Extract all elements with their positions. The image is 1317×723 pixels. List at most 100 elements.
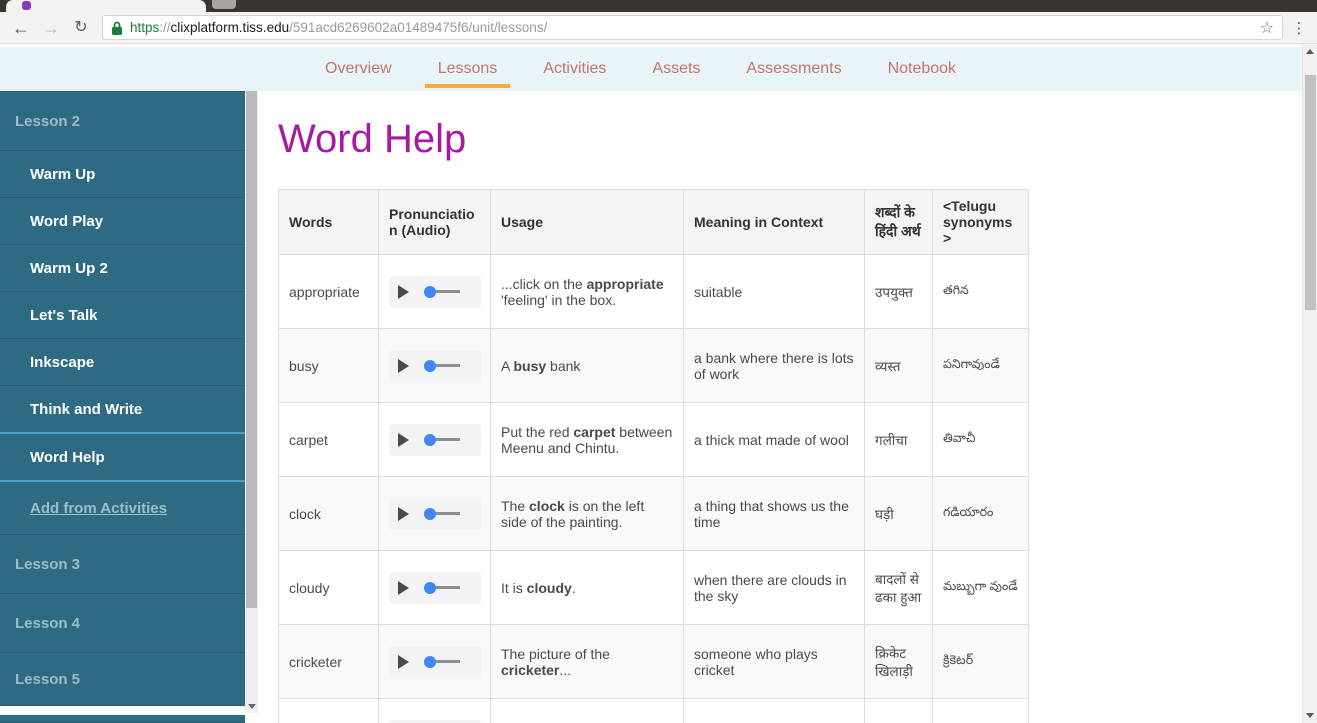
column-header: Words	[278, 189, 379, 255]
telugu-synonym-cell: గడియారం	[932, 476, 1029, 551]
audio-slider-handle[interactable]	[424, 285, 436, 298]
tab-activities[interactable]: Activities	[543, 47, 606, 91]
url-bar[interactable]: https://clixplatform.tiss.edu/591acd6269…	[102, 15, 1283, 40]
page-scroll-up-icon[interactable]	[1306, 49, 1314, 54]
sidebar-item-label: Lesson 4	[15, 614, 81, 632]
audio-slider-track	[435, 660, 460, 663]
audio-player[interactable]	[389, 423, 481, 456]
hindi-meaning-cell: घड़ी	[864, 476, 933, 551]
usage-cell: Put the red carpet between Meenu and Chi…	[490, 402, 684, 477]
hindi-meaning-cell	[864, 698, 933, 723]
sidebar-scroll-down-icon[interactable]	[248, 704, 256, 709]
sidebar-item-word-help[interactable]: Word Help	[0, 432, 245, 482]
audio-slider-handle[interactable]	[424, 655, 436, 668]
audio-player[interactable]	[389, 571, 481, 604]
play-icon[interactable]	[398, 506, 409, 521]
lock-icon	[111, 21, 123, 35]
sidebar-item-lesson-4[interactable]: Lesson 4	[0, 594, 245, 653]
sidebar-next-row-strip	[0, 715, 245, 723]
telugu-synonym-cell: క్రికెటర్	[932, 624, 1029, 699]
browser-tab[interactable]	[6, 0, 206, 12]
page-scrollbar-thumb[interactable]	[1305, 75, 1316, 310]
audio-slider-track	[435, 586, 460, 589]
pronunciation-cell	[378, 254, 491, 329]
url-text: https://clixplatform.tiss.edu/591acd6269…	[130, 20, 548, 35]
page-scroll-down-icon[interactable]	[1306, 713, 1314, 718]
tab-overview[interactable]: Overview	[325, 47, 392, 91]
page-title: Word Help	[278, 117, 467, 161]
tab-assessments[interactable]: Assessments	[746, 47, 841, 91]
audio-slider-handle[interactable]	[424, 507, 436, 520]
play-icon[interactable]	[398, 284, 409, 299]
sidebar-item-lesson-2[interactable]: Lesson 2	[0, 92, 245, 151]
sidebar-item-warm-up-2[interactable]: Warm Up 2	[0, 245, 245, 292]
bookmark-star-icon[interactable]: ☆	[1260, 18, 1274, 38]
play-icon[interactable]	[398, 580, 409, 595]
audio-player[interactable]	[389, 719, 481, 723]
meaning-cell: when there are clouds in the sky	[683, 550, 865, 625]
meaning-cell: someone who plays cricket	[683, 624, 865, 699]
sidebar-item-label: Let's Talk	[30, 306, 98, 324]
hindi-meaning-cell: बादलों से ढका हुआ	[864, 550, 933, 625]
sidebar-item-warm-up[interactable]: Warm Up	[0, 151, 245, 198]
page-scrollbar[interactable]	[1302, 44, 1317, 723]
audio-player[interactable]	[389, 349, 481, 382]
telugu-synonym-cell: పనిగావుండే	[932, 328, 1029, 403]
sidebar-item-label: Warm Up	[30, 165, 96, 183]
forward-icon[interactable]: →	[38, 13, 64, 43]
tab-notebook[interactable]: Notebook	[888, 47, 957, 91]
sidebar-item-lesson-3[interactable]: Lesson 3	[0, 535, 245, 594]
audio-slider-handle[interactable]	[424, 359, 436, 372]
audio-slider-track	[435, 364, 460, 367]
audio-player[interactable]	[389, 645, 481, 678]
menu-kebab-icon[interactable]: ⋮	[1291, 19, 1307, 37]
hindi-meaning-cell: गलीचा	[864, 402, 933, 477]
sidebar-item-label: Word Play	[30, 212, 104, 230]
column-header: Usage	[490, 189, 684, 255]
usage-cell	[490, 698, 684, 723]
table-row: cloudy It is cloudy. when there are clouds…	[278, 550, 1029, 625]
table-row: appropriate ...click on the appropriate '…	[278, 254, 1029, 329]
lesson-content: Word Help Words Pronunciation (Audio) Usag…	[258, 91, 1317, 723]
audio-slider-track	[435, 438, 460, 441]
sidebar-item-lesson-5[interactable]: Lesson 5	[0, 653, 245, 706]
hindi-meaning-cell: क्रिकेट खिलाड़ी	[864, 624, 933, 699]
audio-slider-handle[interactable]	[424, 433, 436, 446]
sidebar-item-label: Lesson 2	[15, 112, 81, 130]
word-cell: cloudy	[278, 550, 379, 625]
sidebar-item-inkscape[interactable]: Inkscape	[0, 339, 245, 386]
sidebar-item-add-from-activities[interactable]: Add from Activities	[0, 482, 245, 535]
sidebar-item-label: Warm Up 2	[30, 259, 108, 277]
play-icon[interactable]	[398, 432, 409, 447]
sidebar-item-word-play[interactable]: Word Play	[0, 198, 245, 245]
sidebar-item-label: Add from Activities	[30, 499, 167, 517]
reload-icon[interactable]: ↻	[68, 13, 94, 43]
play-icon[interactable]	[398, 654, 409, 669]
column-header: शब्दों के हिंदी अर्थ	[864, 189, 933, 255]
sidebar-item-label: Word Help	[30, 448, 105, 466]
back-icon[interactable]: ←	[8, 13, 34, 43]
tab-assets[interactable]: Assets	[652, 47, 700, 91]
word-cell: appropriate	[278, 254, 379, 329]
hindi-meaning-cell: व्यस्त	[864, 328, 933, 403]
sidebar-item-label: Lesson 5	[15, 670, 81, 688]
play-icon[interactable]	[398, 358, 409, 373]
pronunciation-cell	[378, 402, 491, 477]
table-row: busy A busy bank a bank where there is lot…	[278, 328, 1029, 403]
sidebar-item-think-and-write[interactable]: Think and Write	[0, 386, 245, 433]
audio-player[interactable]	[389, 275, 481, 308]
meaning-cell: a can for throwing	[683, 698, 865, 723]
sidebar-item-let-s-talk[interactable]: Let's Talk	[0, 292, 245, 339]
pronunciation-cell	[378, 476, 491, 551]
audio-player[interactable]	[389, 497, 481, 530]
word-help-table: Words Pronunciation (Audio) Usage Meaning i…	[278, 189, 1029, 723]
sidebar-gap	[0, 706, 245, 715]
tab-lessons[interactable]: Lessons	[424, 47, 510, 91]
sidebar-scrollbar[interactable]	[245, 91, 258, 723]
browser-toolbar: ← → ↻ https://clixplatform.tiss.edu/591a…	[0, 12, 1317, 44]
new-tab-button[interactable]	[212, 0, 236, 9]
pronunciation-cell	[378, 624, 491, 699]
audio-slider-handle[interactable]	[424, 581, 436, 594]
word-cell: cricketer	[278, 624, 379, 699]
sidebar-scrollbar-thumb[interactable]	[246, 91, 257, 608]
